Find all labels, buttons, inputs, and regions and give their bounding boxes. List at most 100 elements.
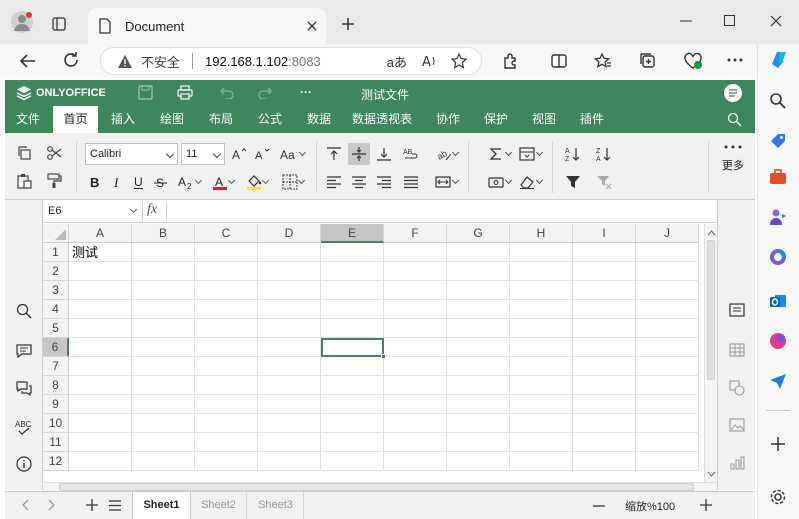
cell-E7[interactable] (321, 357, 384, 376)
cell-C8[interactable] (195, 376, 258, 395)
cell-F11[interactable] (384, 433, 447, 452)
cell-D7[interactable] (258, 357, 321, 376)
horizontal-scrollbar[interactable] (43, 482, 717, 491)
row-header[interactable]: 5 (43, 319, 69, 338)
column-header[interactable]: C (195, 224, 258, 243)
cell-I5[interactable] (573, 319, 636, 338)
split-screen-icon[interactable] (550, 52, 568, 70)
cell-B10[interactable] (132, 414, 195, 433)
text-orientation-icon[interactable]: ab (429, 143, 460, 165)
cell-I3[interactable] (573, 281, 636, 300)
extensions-icon[interactable] (502, 52, 520, 70)
paste-icon[interactable] (13, 170, 35, 192)
cell-F4[interactable] (384, 300, 447, 319)
more-toolbar-button[interactable]: 更多 (715, 145, 751, 173)
menu-file[interactable]: 文件 (10, 106, 46, 133)
sort-ascending-icon[interactable]: AZ (562, 143, 584, 165)
cell-B12[interactable] (132, 452, 195, 471)
row-header[interactable]: 1 (43, 243, 69, 262)
column-header[interactable]: H (510, 224, 573, 243)
column-header[interactable]: J (636, 224, 699, 243)
cell-F5[interactable] (384, 319, 447, 338)
cell-D10[interactable] (258, 414, 321, 433)
zoom-in-icon[interactable] (700, 499, 712, 511)
change-case-icon[interactable]: Aa (275, 143, 307, 165)
fill-color-icon[interactable] (239, 171, 270, 193)
zoom-out-icon[interactable] (593, 505, 605, 507)
cell-C3[interactable] (195, 281, 258, 300)
row-header[interactable]: 3 (43, 281, 69, 300)
minimize-icon[interactable] (680, 20, 692, 22)
cell-F8[interactable] (384, 376, 447, 395)
cell-H7[interactable] (510, 357, 573, 376)
cell-D2[interactable] (258, 262, 321, 281)
cell-D4[interactable] (258, 300, 321, 319)
font-color-icon[interactable]: A (205, 171, 236, 193)
cell-F9[interactable] (384, 395, 447, 414)
bold-icon[interactable]: B (84, 171, 106, 193)
cell-H11[interactable] (510, 433, 573, 452)
column-header[interactable]: G (447, 224, 510, 243)
cell-A9[interactable] (69, 395, 132, 414)
cell-F3[interactable] (384, 281, 447, 300)
column-header[interactable]: A (69, 224, 132, 243)
cell-D3[interactable] (258, 281, 321, 300)
next-sheet-icon[interactable] (46, 499, 56, 511)
cell-B2[interactable] (132, 262, 195, 281)
italic-icon[interactable]: I (106, 171, 128, 193)
shopping-tag-icon[interactable] (769, 132, 787, 150)
column-header[interactable]: I (573, 224, 636, 243)
outlook-icon[interactable] (769, 292, 787, 310)
tab-actions-icon[interactable] (51, 16, 67, 32)
align-left-icon[interactable] (323, 171, 345, 193)
cell-C1[interactable] (195, 243, 258, 262)
cell-J9[interactable] (636, 395, 699, 414)
settings-more-icon[interactable] (727, 58, 743, 62)
column-header[interactable]: D (258, 224, 321, 243)
cell-A1[interactable]: 测试 (69, 243, 132, 262)
cell-C4[interactable] (195, 300, 258, 319)
close-tab-icon[interactable] (306, 20, 318, 32)
save-icon[interactable] (138, 85, 153, 100)
font-name-select[interactable]: Calibri (85, 143, 178, 165)
redo-icon[interactable] (258, 86, 273, 99)
cell-H4[interactable] (510, 300, 573, 319)
menu-plugins[interactable]: 插件 (574, 106, 610, 133)
cell-E5[interactable] (321, 319, 384, 338)
translate-icon[interactable]: aあ (387, 52, 407, 71)
cell-B1[interactable] (132, 243, 195, 262)
cell-A10[interactable] (69, 414, 132, 433)
cell-I4[interactable] (573, 300, 636, 319)
copy-icon[interactable] (13, 142, 35, 164)
merge-cells-icon[interactable] (427, 171, 460, 193)
search-sidebar-icon[interactable] (769, 92, 787, 110)
cell-G3[interactable] (447, 281, 510, 300)
cell-I7[interactable] (573, 357, 636, 376)
collections-icon[interactable] (639, 52, 657, 70)
cell-E11[interactable] (321, 433, 384, 452)
align-top-icon[interactable] (323, 143, 345, 165)
cell-C7[interactable] (195, 357, 258, 376)
cell-F7[interactable] (384, 357, 447, 376)
cell-I11[interactable] (573, 433, 636, 452)
tools-icon[interactable] (769, 168, 787, 186)
underline-icon[interactable]: U (128, 171, 150, 193)
cell-I10[interactable] (573, 414, 636, 433)
cell-I8[interactable] (573, 376, 636, 395)
cell-D12[interactable] (258, 452, 321, 471)
new-tab-icon[interactable] (340, 16, 356, 32)
sidebar-settings-icon[interactable] (769, 488, 787, 506)
cell-F12[interactable] (384, 452, 447, 471)
cell-H9[interactable] (510, 395, 573, 414)
menu-view[interactable]: 视图 (526, 106, 562, 133)
menu-home[interactable]: 首页 (53, 106, 98, 133)
cell-H2[interactable] (510, 262, 573, 281)
cell-G8[interactable] (447, 376, 510, 395)
sheet-tab-3[interactable]: Sheet3 (248, 492, 304, 519)
undo-icon[interactable] (219, 86, 234, 99)
align-center-icon[interactable] (348, 171, 370, 193)
browser-essentials-icon[interactable] (683, 52, 703, 70)
cell-A2[interactable] (69, 262, 132, 281)
prev-sheet-icon[interactable] (21, 499, 31, 511)
more-actions[interactable]: ··· (300, 85, 312, 99)
